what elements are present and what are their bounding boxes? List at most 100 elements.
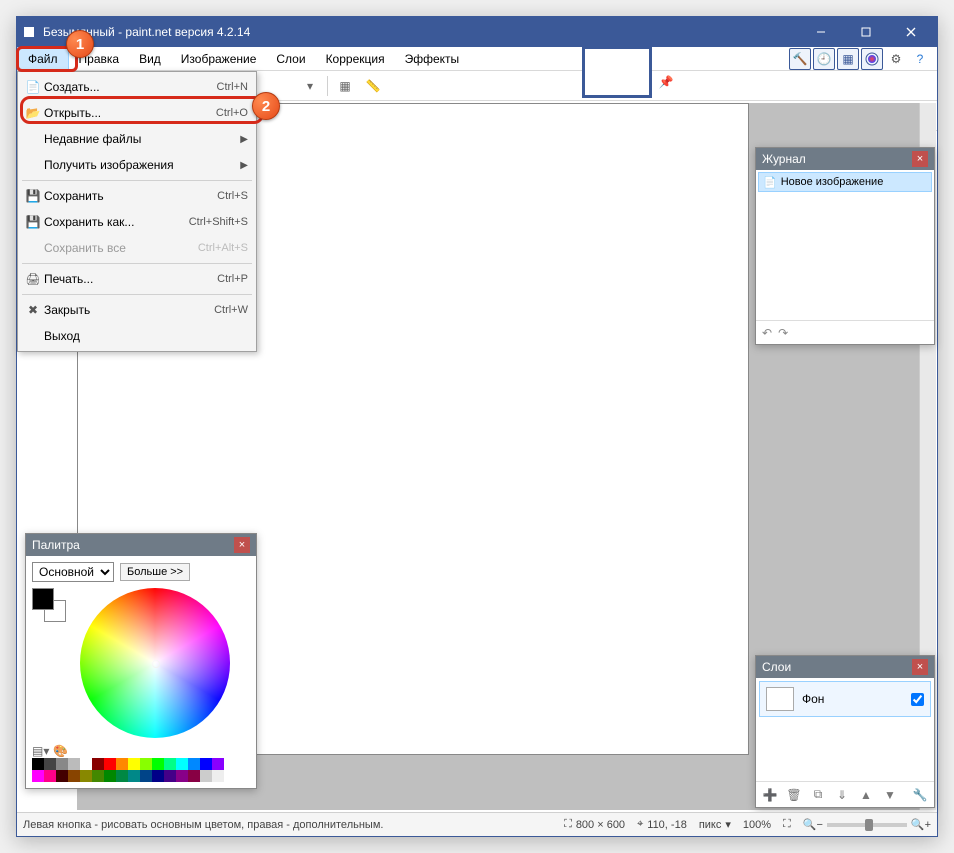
swatch[interactable] bbox=[140, 770, 152, 782]
menu-file[interactable]: Файл bbox=[17, 47, 69, 70]
swatch[interactable] bbox=[80, 770, 92, 782]
zoom-slider[interactable] bbox=[827, 823, 907, 827]
swatch[interactable] bbox=[68, 758, 80, 770]
colors-panel-toggle[interactable] bbox=[861, 48, 883, 70]
swatch[interactable] bbox=[128, 770, 140, 782]
swatch[interactable] bbox=[32, 758, 44, 770]
swatch[interactable] bbox=[56, 758, 68, 770]
primary-color-swatch[interactable] bbox=[32, 588, 54, 610]
file-print[interactable]: 🖨 Печать... Ctrl+P bbox=[18, 266, 256, 292]
history-panel-toggle[interactable]: 🕘 bbox=[813, 48, 835, 70]
file-close[interactable]: ✖ Закрыть Ctrl+W bbox=[18, 297, 256, 323]
layers-panel-header[interactable]: Слои × bbox=[756, 656, 934, 678]
swatch[interactable] bbox=[44, 758, 56, 770]
undo-icon[interactable]: ↶ bbox=[762, 326, 772, 340]
layer-down-icon[interactable]: ▼ bbox=[880, 785, 900, 805]
document-thumbnail[interactable] bbox=[582, 46, 652, 98]
palette-more-button[interactable]: Больше >> bbox=[120, 563, 190, 581]
layer-duplicate-icon[interactable]: ⧉ bbox=[808, 785, 828, 805]
new-image-icon: 📄 bbox=[763, 176, 777, 189]
swatch[interactable] bbox=[56, 770, 68, 782]
print-icon: 🖨 bbox=[22, 272, 44, 286]
fit-icon[interactable]: ⛶ bbox=[783, 818, 791, 831]
saveas-icon: 💾 bbox=[22, 215, 44, 229]
maximize-button[interactable] bbox=[843, 17, 888, 47]
swatch[interactable] bbox=[80, 758, 92, 770]
color-wheel[interactable] bbox=[80, 588, 230, 738]
palette-manage-icon[interactable]: 🎨 bbox=[53, 744, 68, 758]
swatch[interactable] bbox=[140, 758, 152, 770]
callout-badge-1: 1 bbox=[66, 30, 94, 58]
file-new[interactable]: 📄 Создать... Ctrl+N bbox=[18, 74, 256, 100]
file-open[interactable]: 📂 Открыть... Ctrl+O bbox=[18, 100, 256, 126]
swatch[interactable] bbox=[32, 770, 44, 782]
swatch[interactable] bbox=[188, 770, 200, 782]
swatch[interactable] bbox=[104, 758, 116, 770]
window-title: Безымянный - paint.net версия 4.2.14 bbox=[43, 25, 798, 39]
menu-adjust[interactable]: Коррекция bbox=[316, 47, 395, 70]
swatch[interactable] bbox=[92, 758, 104, 770]
help-icon[interactable]: ? bbox=[909, 48, 931, 70]
ruler-icon[interactable]: 📏 bbox=[362, 75, 384, 97]
layer-delete-icon[interactable]: 🗑 bbox=[784, 785, 804, 805]
redo-icon[interactable]: ↷ bbox=[778, 326, 788, 340]
unit-dropdown-icon[interactable]: ▾ bbox=[725, 818, 731, 831]
swatch[interactable] bbox=[200, 758, 212, 770]
palette-close-icon[interactable]: × bbox=[234, 537, 250, 553]
menu-layers[interactable]: Слои bbox=[266, 47, 315, 70]
menu-effects[interactable]: Эффекты bbox=[395, 47, 470, 70]
layer-add-icon[interactable]: ➕ bbox=[760, 785, 780, 805]
layer-up-icon[interactable]: ▲ bbox=[856, 785, 876, 805]
swatch[interactable] bbox=[164, 758, 176, 770]
pin-icon[interactable]: 📌 bbox=[656, 72, 676, 92]
grid-icon[interactable]: ▦ bbox=[334, 75, 356, 97]
swatch-strip[interactable] bbox=[32, 758, 250, 782]
swatch[interactable] bbox=[104, 770, 116, 782]
swatch[interactable] bbox=[188, 758, 200, 770]
file-acquire[interactable]: Получить изображения ▶ bbox=[18, 152, 256, 178]
layer-visible-checkbox[interactable] bbox=[911, 693, 924, 706]
palette-panel-header[interactable]: Палитра × bbox=[26, 534, 256, 556]
swatch[interactable] bbox=[92, 770, 104, 782]
history-close-icon[interactable]: × bbox=[912, 151, 928, 167]
swatch[interactable] bbox=[68, 770, 80, 782]
status-pos: 110, -18 bbox=[647, 819, 687, 831]
file-menu-dropdown: 📄 Создать... Ctrl+N 📂 Открыть... Ctrl+O … bbox=[17, 71, 257, 352]
palette-menu-icon[interactable]: ▤▾ bbox=[32, 744, 49, 758]
swatch[interactable] bbox=[116, 770, 128, 782]
palette-mode-combo[interactable]: Основной bbox=[32, 562, 114, 582]
swatch[interactable] bbox=[176, 770, 188, 782]
history-item[interactable]: 📄 Новое изображение bbox=[758, 172, 932, 192]
file-exit[interactable]: Выход bbox=[18, 323, 256, 349]
history-title: Журнал bbox=[762, 152, 806, 166]
swatch[interactable] bbox=[212, 758, 224, 770]
layers-panel-toggle[interactable]: ▦ bbox=[837, 48, 859, 70]
swatch[interactable] bbox=[152, 770, 164, 782]
layer-properties-icon[interactable]: 🔧 bbox=[910, 785, 930, 805]
swatch[interactable] bbox=[212, 770, 224, 782]
file-saveas[interactable]: 💾 Сохранить как... Ctrl+Shift+S bbox=[18, 209, 256, 235]
zoom-out-icon[interactable]: 🔍− bbox=[803, 818, 823, 831]
swatch[interactable] bbox=[128, 758, 140, 770]
tools-panel-toggle[interactable]: 🔨 bbox=[789, 48, 811, 70]
swatch[interactable] bbox=[176, 758, 188, 770]
swatch[interactable] bbox=[152, 758, 164, 770]
layers-close-icon[interactable]: × bbox=[912, 659, 928, 675]
file-recent[interactable]: Недавние файлы ▶ bbox=[18, 126, 256, 152]
history-panel-header[interactable]: Журнал × bbox=[756, 148, 934, 170]
tb-dropdown-icon[interactable]: ▾ bbox=[299, 75, 321, 97]
layer-merge-icon[interactable]: ⇓ bbox=[832, 785, 852, 805]
close-button[interactable] bbox=[888, 17, 933, 47]
minimize-button[interactable] bbox=[798, 17, 843, 47]
swatch[interactable] bbox=[164, 770, 176, 782]
swatch[interactable] bbox=[116, 758, 128, 770]
color-swatch-pair[interactable] bbox=[32, 588, 68, 622]
layer-row[interactable]: Фон bbox=[759, 681, 931, 717]
menu-image[interactable]: Изображение bbox=[171, 47, 267, 70]
file-save[interactable]: 💾 Сохранить Ctrl+S bbox=[18, 183, 256, 209]
swatch[interactable] bbox=[200, 770, 212, 782]
swatch[interactable] bbox=[44, 770, 56, 782]
menu-view[interactable]: Вид bbox=[129, 47, 171, 70]
settings-icon[interactable]: ⚙ bbox=[885, 48, 907, 70]
zoom-in-icon[interactable]: 🔍+ bbox=[911, 818, 931, 831]
